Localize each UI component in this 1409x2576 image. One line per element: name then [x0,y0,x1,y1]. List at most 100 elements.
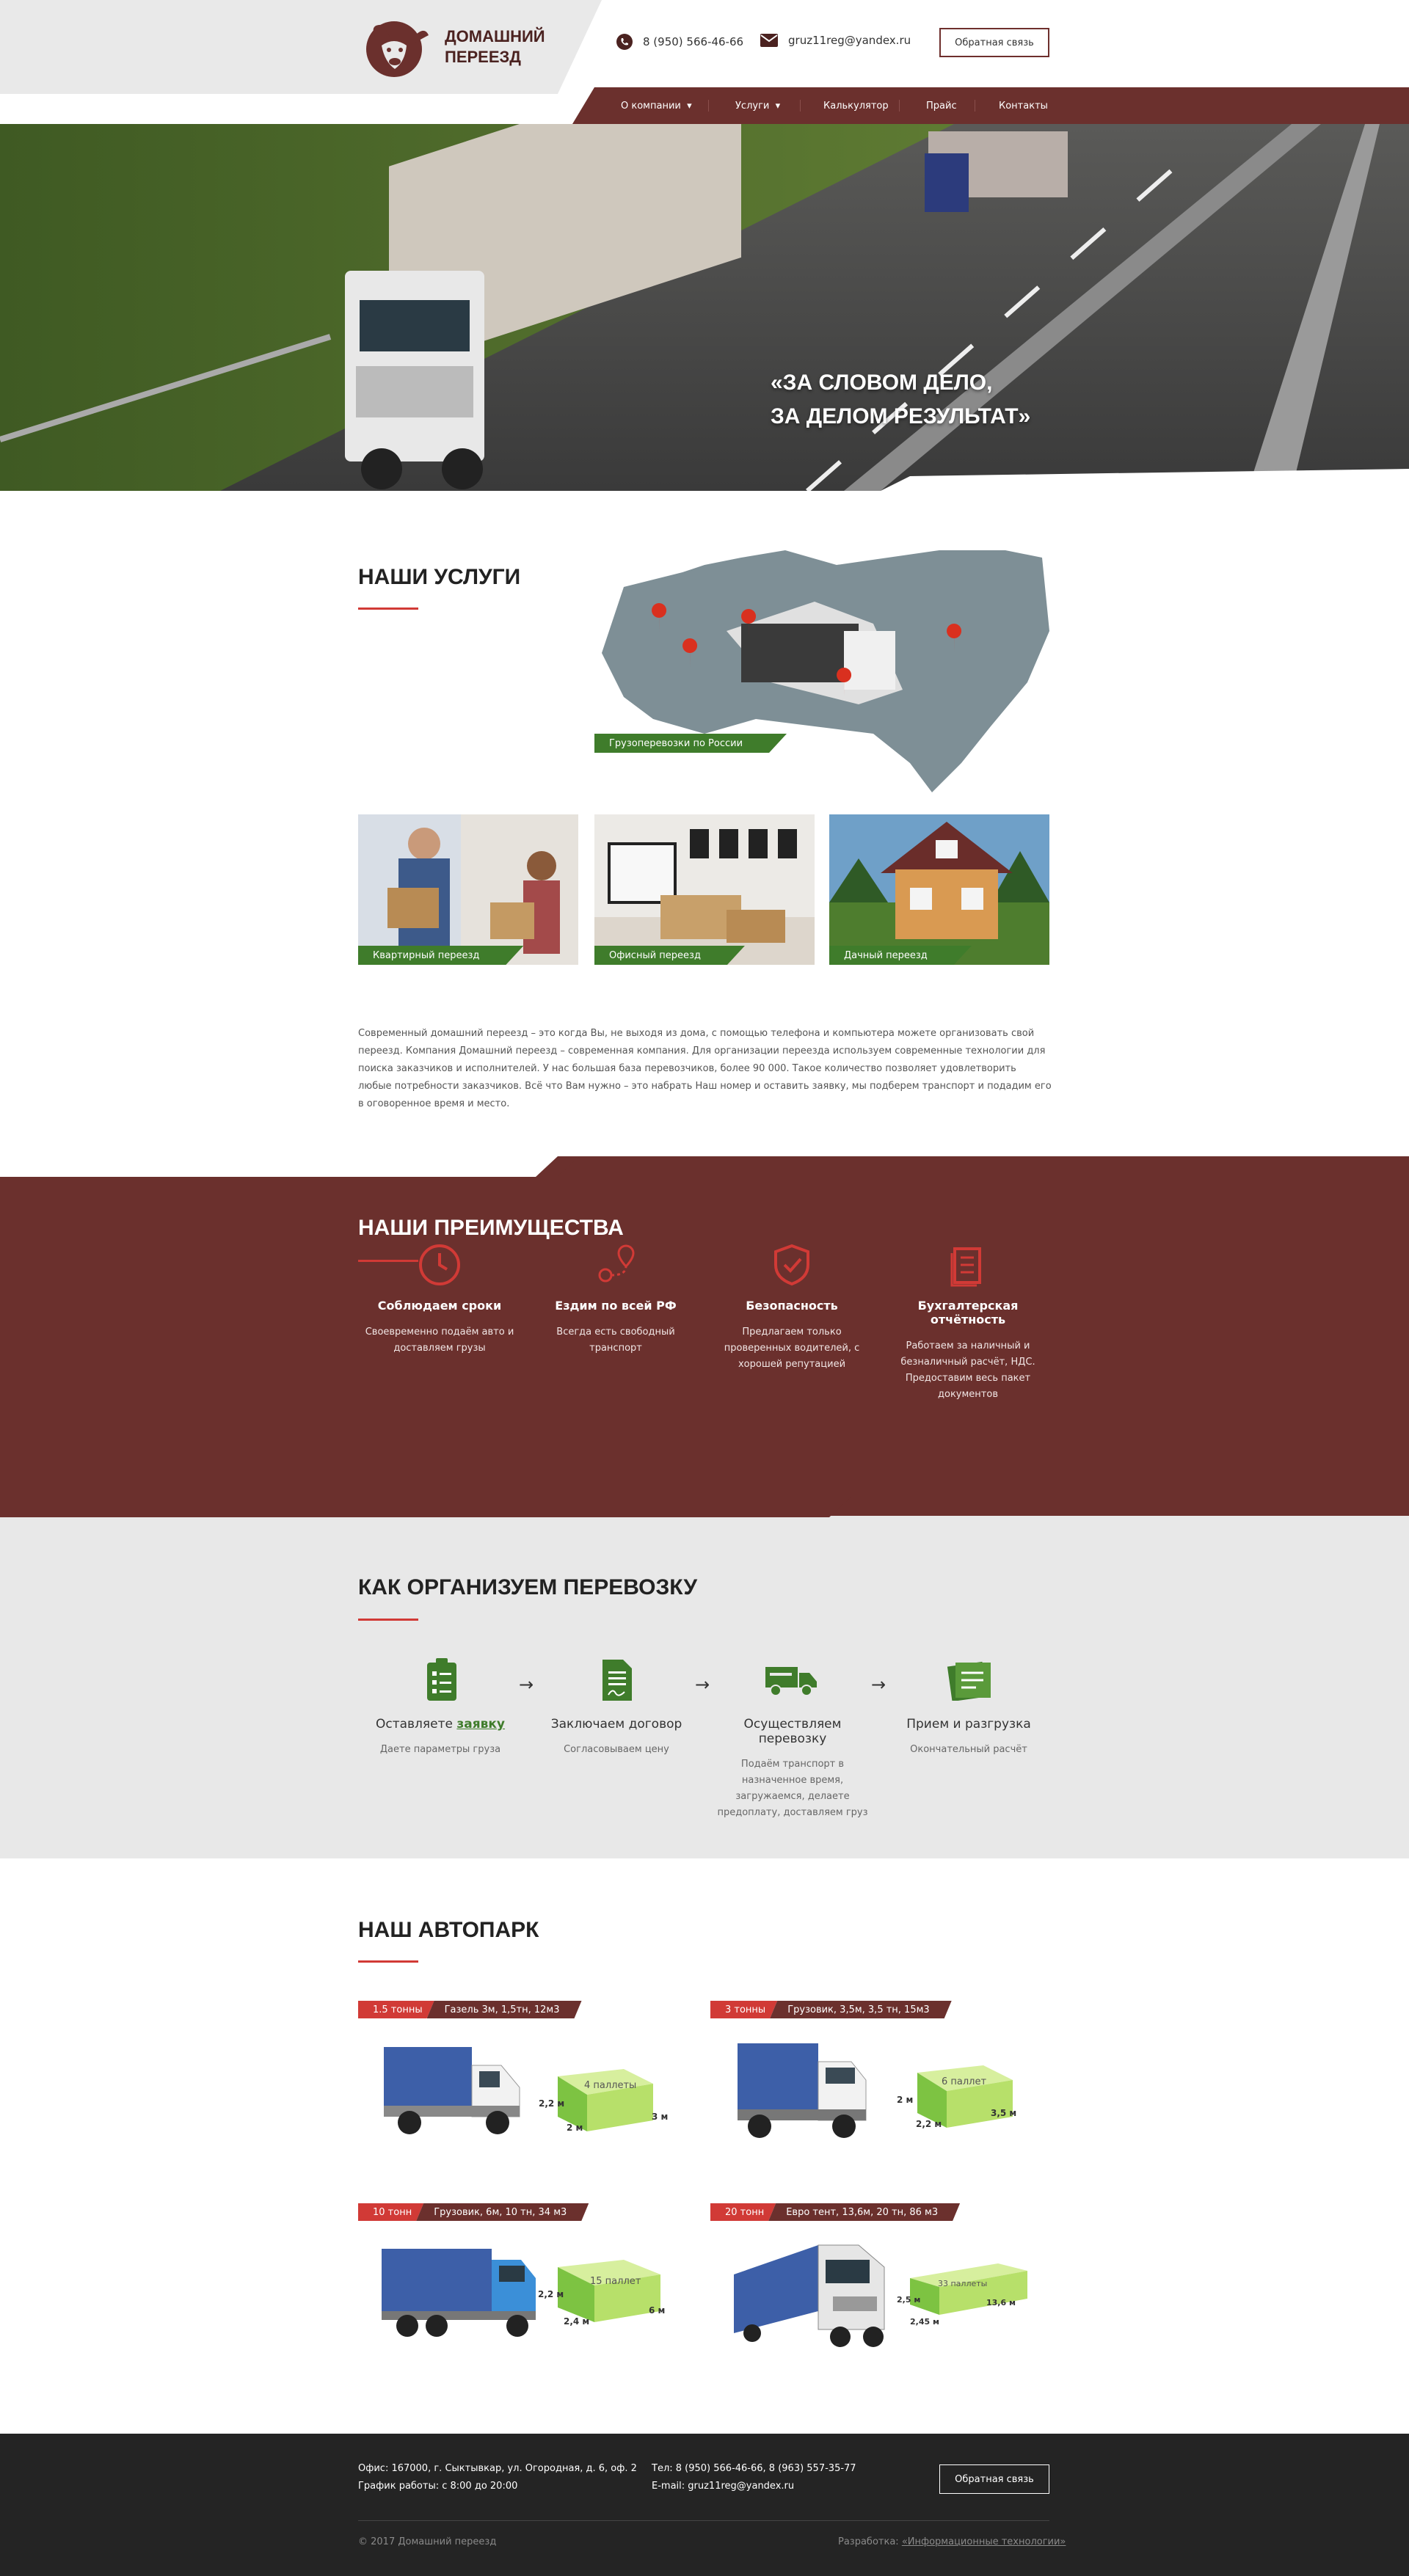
logo-bull-icon[interactable] [361,16,432,79]
service-card-dacha[interactable]: Дачный переезд [829,814,1049,965]
truck-icon [765,1667,817,1696]
title-underline [358,1260,418,1262]
process-title: КАК ОРГАНИЗУЕМ ПЕРЕВОЗКУ [358,1575,697,1599]
nav-divider [800,100,801,112]
service-card-apartment[interactable]: Квартирный переезд [358,814,578,965]
route-icon [598,1244,635,1282]
pallet-count: 6 паллет [942,2076,987,2087]
services-title: НАШИ УСЛУГИ [358,565,521,589]
cargo-length: 3 м [652,2112,669,2122]
office-move-image [594,814,815,965]
callback-button[interactable]: Обратная связь [939,28,1049,57]
russia-map-image [602,550,1049,792]
pallet-count: 15 паллет [590,2276,641,2287]
step-desc: Подаём транспорт в назначенное время, за… [717,1759,868,1818]
service-label: Офисный переезд [594,946,745,965]
logo-line2: ПЕРЕЕЗД [445,48,521,66]
cargo-length: 3,5 м [991,2108,1017,2118]
service-card-office[interactable]: Офисный переезд [594,814,815,965]
cargo-width: 2,45 м [910,2317,939,2327]
request-link[interactable]: заявку [456,1717,505,1732]
nav-item-price[interactable]: Прайс [926,87,957,124]
advantages-corner [558,1156,1409,1178]
footer-developer: Разработка: «Информационные технологии» [838,2533,1066,2551]
step-desc: Согласовываем цену [564,1744,669,1755]
fleet-tag: 10 тонн Грузовик, 6м, 10 тн, 34 м3 [358,2203,589,2221]
service-label: Квартирный переезд [358,946,523,965]
footer: Офис: 167000, г. Сыктывкар, ул. Огородна… [0,2434,1409,2576]
advantages-title: НАШИ ПРЕИМУЩЕСТВА [358,1216,624,1240]
advantage-desc: Всегда есть свободный транспорт [556,1327,675,1354]
footer-phones[interactable]: Тел: 8 (950) 566-46-66, 8 (963) 557-35-7… [652,2460,856,2478]
step-desc: Окончательный расчёт [910,1744,1027,1755]
chevron-down-icon: ▾ [687,100,692,112]
header-email[interactable]: gruz11reg@yandex.ru [760,34,911,47]
fleet-weight: 10 тонн [358,2203,423,2221]
euro-truck-image [734,2244,885,2347]
dev-prefix: Разработка: [838,2536,902,2547]
footer-divider [358,2520,1049,2521]
advantage-desc: Работаем за наличный и безналичный расчё… [900,1340,1035,1400]
process-corner [0,1497,851,1517]
cargo-width: 2,2 м [916,2119,942,2129]
email-text: gruz11reg@yandex.ru [788,34,911,47]
nav-item-calculator[interactable]: Калькулятор [823,87,889,124]
fleet-tag: 1.5 тонны Газель 3м, 1,5тн, 12м3 [358,2001,582,2018]
advantage-title: Ездим по всей РФ [555,1299,677,1313]
fleet-weight: 3 тонны [710,2001,777,2018]
footer-office: Офис: 167000, г. Сыктывкар, ул. Огородна… [358,2463,637,2474]
white-notch [0,1156,558,1177]
pallet-count: 4 паллеты [584,2080,637,2091]
cargo-width: 2 м [567,2123,583,2133]
nav-item-contacts[interactable]: Контакты [999,87,1048,124]
advantages-section [0,1156,1409,1516]
chevron-down-icon: ▾ [775,100,781,112]
clipboard-icon [947,1661,991,1701]
step-title: Заключаем договор [550,1717,682,1732]
hero-slogan: «ЗА СЛОВОМ ДЕЛО, ЗА ДЕЛОМ РЕЗУЛЬТАТ» [771,366,1030,434]
advantage-item: Безопасность Предлагаем только проверенн… [707,1244,876,1373]
contract-icon [602,1660,632,1701]
logo-text[interactable]: ДОМАШНИЙ ПЕРЕЕЗД [445,26,545,67]
phone-text: 8 (950) 566-46-66 [643,35,744,48]
advantage-item: Ездим по всей РФ Всегда есть свободный т… [531,1244,700,1357]
pallet-count: 33 паллеты [938,2279,988,2288]
nav-item-about[interactable]: О компании ▾ [621,87,692,124]
header-phone[interactable]: 8 (950) 566-46-66 [616,34,743,50]
main-nav: О компании ▾ Услуги ▾ Калькулятор Прайс … [572,87,1409,124]
footer-copyright: © 2017 Домашний переезд [358,2536,497,2547]
step-desc: Даете параметры груза [379,1744,501,1755]
fleet-title: НАШ АВТОПАРК [358,1918,539,1942]
cargo-height: 2 м [897,2095,914,2105]
nav-label: О компании [621,100,681,112]
fleet-weight: 1.5 тонны [358,2001,434,2018]
advantage-desc: Предлагаем только проверенных водителей,… [724,1327,860,1370]
process-step: Заключаем договор Согласовываем цену [532,1717,701,1758]
cargo-width: 2,4 м [564,2316,590,2327]
service-label: Грузоперевозки по России [594,734,787,753]
developer-link[interactable]: «Информационные технологии» [902,2536,1066,2547]
cargo-height: 2,2 м [539,2098,565,2109]
footer-hours: График работы: с 8:00 до 20:00 [358,2481,518,2492]
slogan-line: ЗА ДЕЛОМ РЕЗУЛЬТАТ» [771,404,1031,428]
fleet-spec: Газель 3м, 1,5тн, 12м3 [427,2001,582,2018]
footer-email[interactable]: E-mail: gruz11reg@yandex.ru [652,2478,856,2495]
truck-10t-image [382,2249,536,2337]
process-step: Оставляете заявку Даете параметры груза [356,1717,525,1758]
clock-icon [419,1244,460,1285]
about-paragraph: Современный домашний переезд – это когда… [358,1028,1052,1109]
title-underline [358,607,418,610]
fleet-tag: 20 тонн Евро тент, 13,6м, 20 тн, 86 м3 [710,2203,960,2221]
service-card-russia[interactable]: Грузоперевозки по России [594,543,1049,796]
gazelle-truck-image [384,2047,520,2134]
fleet-weight: 20 тонн [710,2203,776,2221]
advantage-title: Бухгалтерская отчётность [917,1299,1019,1327]
footer-callback-button[interactable]: Обратная связь [939,2464,1049,2494]
nav-item-services[interactable]: Услуги ▾ [735,87,780,124]
phone-icon [616,34,633,50]
country-house-image [829,814,1049,965]
cargo-length: 13,6 м [986,2298,1016,2307]
cargo-height: 2,2 м [538,2289,564,2299]
step-title: Оставляете заявку [356,1717,525,1732]
advantage-title: Безопасность [746,1299,838,1313]
